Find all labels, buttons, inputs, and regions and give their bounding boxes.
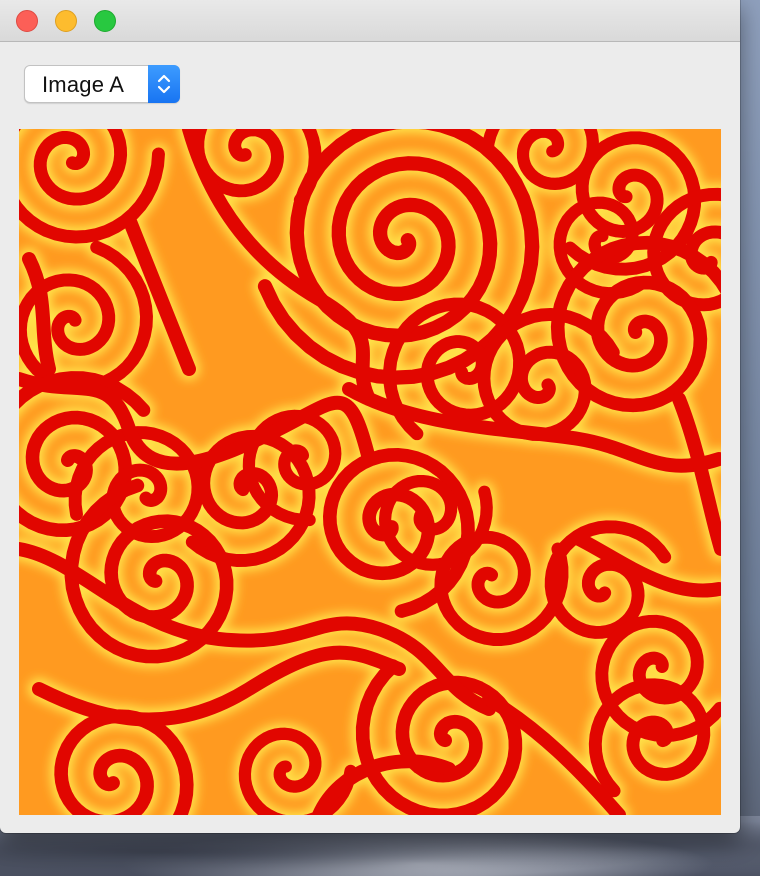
image-select-popup[interactable]: Image A bbox=[24, 65, 180, 103]
zoom-window-button[interactable] bbox=[94, 10, 116, 32]
minimize-window-button[interactable] bbox=[55, 10, 77, 32]
app-window: Image A bbox=[0, 0, 740, 833]
close-window-button[interactable] bbox=[16, 10, 38, 32]
title-bar[interactable] bbox=[0, 0, 740, 42]
chevron-up-down-icon bbox=[157, 74, 171, 94]
image-select-value: Image A bbox=[42, 72, 125, 97]
popup-stepper[interactable] bbox=[148, 65, 180, 103]
spiral-pattern-image bbox=[19, 129, 721, 815]
